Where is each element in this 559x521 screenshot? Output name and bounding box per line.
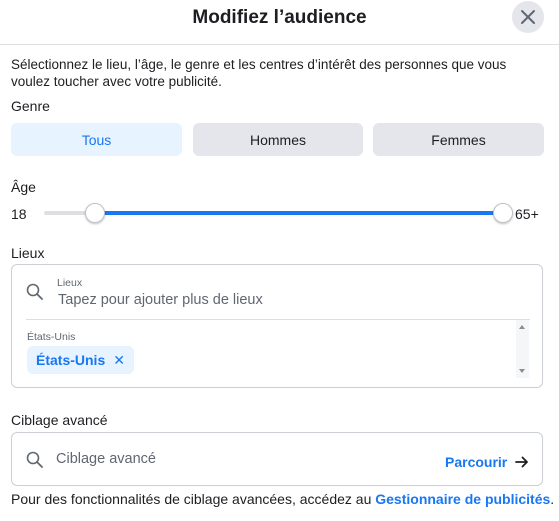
chip-label: États-Unis xyxy=(36,352,106,368)
gender-women-button[interactable]: Femmes xyxy=(373,123,544,156)
age-slider-track[interactable] xyxy=(44,211,504,215)
gender-label: Genre xyxy=(11,98,50,114)
dialog-header: Modifiez l’audience xyxy=(0,0,559,45)
search-icon xyxy=(26,283,43,300)
advanced-targeting-box: Ciblage avancé Parcourir xyxy=(11,432,543,486)
locations-label: Lieux xyxy=(11,245,45,261)
gender-men-button[interactable]: Hommes xyxy=(193,123,363,156)
location-chip-united-states[interactable]: États-Unis ✕ xyxy=(27,346,134,374)
browse-button[interactable]: Parcourir xyxy=(445,454,529,470)
age-max-label: 65+ xyxy=(515,206,539,222)
age-slider-fill xyxy=(95,211,503,215)
age-min-label: 18 xyxy=(11,206,27,222)
advanced-targeting-label: Ciblage avancé xyxy=(11,412,108,428)
advanced-targeting-input[interactable]: Ciblage avancé xyxy=(56,451,156,467)
scroll-down-icon[interactable] xyxy=(519,369,525,373)
dialog-description: Sélectionnez le lieu, l’âge, le genre et… xyxy=(11,57,507,89)
locations-search-label: Lieux xyxy=(57,277,83,289)
footer-note: Pour des fonctionnalités de ciblage avan… xyxy=(11,491,554,507)
locations-scrollbar[interactable] xyxy=(516,320,529,378)
close-icon xyxy=(521,10,535,24)
age-min-handle[interactable] xyxy=(85,203,105,223)
close-button[interactable] xyxy=(512,1,544,33)
locations-search-input[interactable]: Tapez pour ajouter plus de lieux xyxy=(58,292,263,308)
location-group-label: États-Unis xyxy=(27,331,76,343)
footer-text: Pour des fonctionnalités de ciblage avan… xyxy=(11,491,376,507)
arrow-right-icon xyxy=(515,456,529,468)
divider xyxy=(26,319,530,320)
dialog-title: Modifiez l’audience xyxy=(192,7,367,28)
locations-box: Lieux Tapez pour ajouter plus de lieux É… xyxy=(11,264,543,388)
age-max-handle[interactable] xyxy=(493,203,513,223)
footer-end: . xyxy=(550,491,555,507)
gender-all-button[interactable]: Tous xyxy=(11,123,182,156)
browse-label: Parcourir xyxy=(445,454,508,470)
ads-manager-link[interactable]: Gestionnaire de publicités xyxy=(375,491,550,507)
search-icon xyxy=(26,451,43,468)
age-label: Âge xyxy=(11,179,36,195)
scroll-up-icon[interactable] xyxy=(519,325,525,329)
remove-chip-icon[interactable]: ✕ xyxy=(113,352,125,369)
